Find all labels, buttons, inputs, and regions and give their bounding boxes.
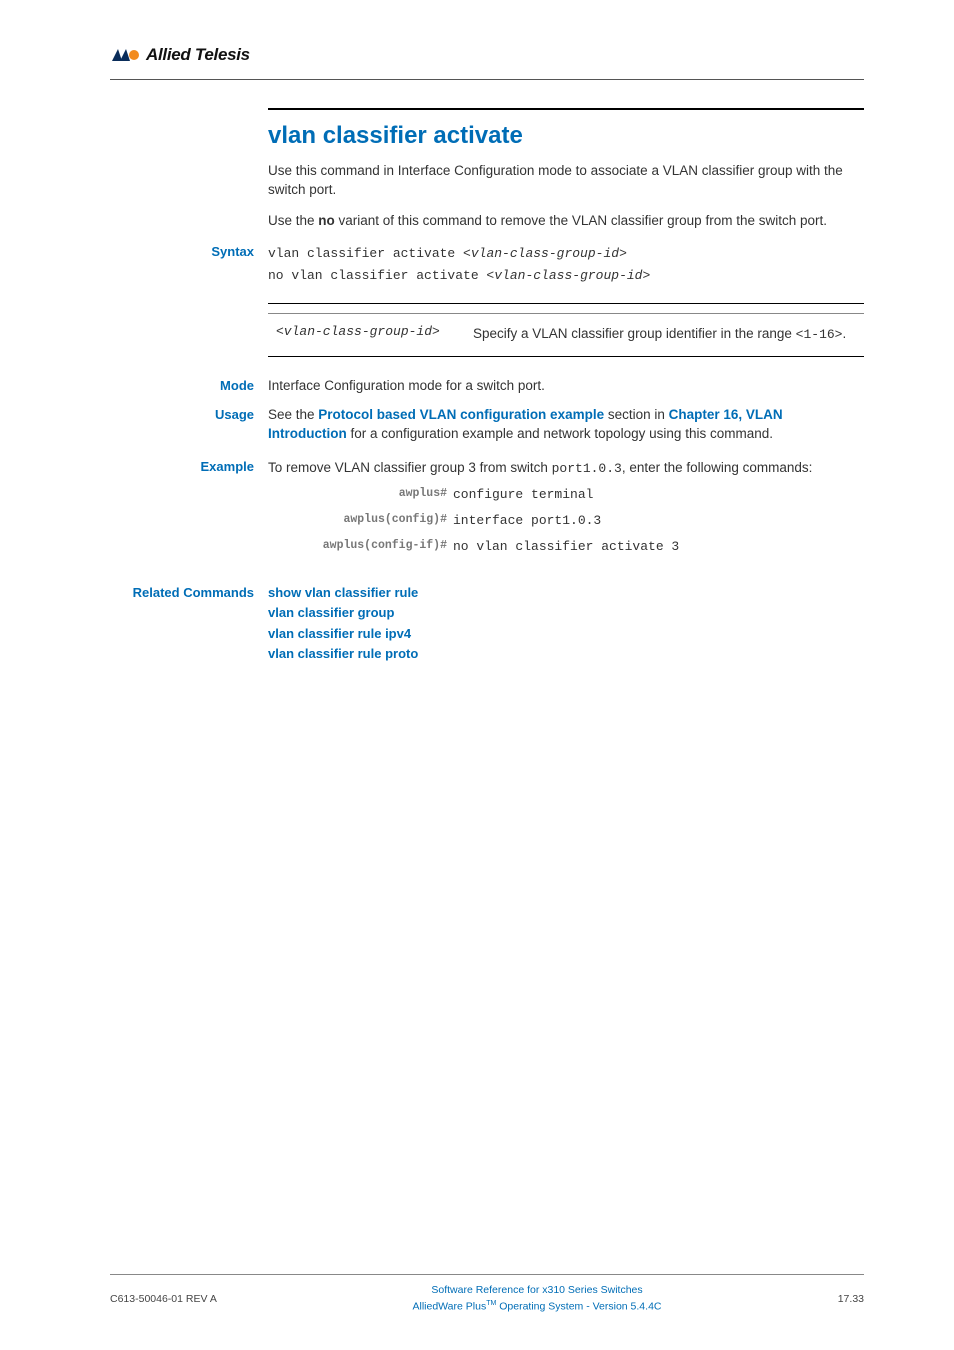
example-commands: awplus# configure terminal awplus(config… [268,486,864,557]
example-row: Example To remove VLAN classifier group … [268,458,864,575]
intro-paragraph-1: Use this command in Interface Configurat… [268,162,864,200]
example-value: To remove VLAN classifier group 3 from s… [268,458,864,575]
param-header-row [268,304,864,314]
page-number: 17.33 [804,1283,864,1305]
footer-title: Software Reference for x310 Series Switc… [270,1283,804,1299]
mode-label: Mode [110,377,268,396]
command: configure terminal [453,486,593,504]
command-title: vlan classifier activate [268,122,864,150]
prompt: awplus# [268,486,453,504]
parameter-table: <vlan-class-group-id> Specify a VLAN cla… [268,303,864,357]
param-name: <vlan-class-group-id> [268,324,473,346]
related-list: show vlan classifier rule vlan classifie… [268,584,864,663]
related-label: Related Commands [110,584,268,663]
section-divider [268,108,864,110]
related-link[interactable]: show vlan classifier rule [268,584,864,602]
example-line: awplus(config)# interface port1.0.3 [268,512,864,530]
command: interface port1.0.3 [453,512,601,530]
syntax-value: vlan classifier activate <vlan-class-gro… [268,243,864,287]
param-desc: Specify a VLAN classifier group identifi… [473,324,864,346]
brand-logo: Allied Telesis [110,45,864,65]
prompt: awplus(config)# [268,512,453,530]
example-line: awplus# configure terminal [268,486,864,504]
syntax-label: Syntax [110,243,268,287]
usage-value: See the Protocol based VLAN configuratio… [268,406,864,444]
syntax-row: Syntax vlan classifier activate <vlan-cl… [268,243,864,287]
page-footer: C613-50046-01 REV A Software Reference f… [110,1274,864,1315]
param-row: <vlan-class-group-id> Specify a VLAN cla… [268,314,864,356]
example-label: Example [110,458,268,575]
text: variant of this command to remove the VL… [335,213,827,228]
usage-label: Usage [110,406,268,444]
main-content: vlan classifier activate Use this comman… [268,108,864,663]
related-link[interactable]: vlan classifier rule ipv4 [268,625,864,643]
allied-telesis-icon [110,47,140,63]
bold-text: no [318,213,335,228]
mode-value: Interface Configuration mode for a switc… [268,377,864,396]
related-row: Related Commands show vlan classifier ru… [268,584,864,663]
intro-paragraph-2: Use the no variant of this command to re… [268,212,864,231]
usage-link-1[interactable]: Protocol based VLAN configuration exampl… [318,407,604,422]
text: Use the [268,213,318,228]
usage-row: Usage See the Protocol based VLAN config… [268,406,864,444]
page-header: Allied Telesis [110,45,864,80]
mode-row: Mode Interface Configuration mode for a … [268,377,864,396]
footer-docid: C613-50046-01 REV A [110,1283,270,1305]
syntax-line-2: no vlan classifier activate <vlan-class-… [268,265,864,287]
command: no vlan classifier activate 3 [453,538,679,556]
prompt: awplus(config-if)# [268,538,453,556]
brand-name: Allied Telesis [146,45,250,65]
example-line: awplus(config-if)# no vlan classifier ac… [268,538,864,556]
syntax-line-1: vlan classifier activate <vlan-class-gro… [268,243,864,265]
footer-subtitle: AlliedWare PlusTM Operating System - Ver… [270,1299,804,1315]
related-link[interactable]: vlan classifier group [268,604,864,622]
related-link[interactable]: vlan classifier rule proto [268,645,864,663]
footer-center: Software Reference for x310 Series Switc… [270,1283,804,1315]
